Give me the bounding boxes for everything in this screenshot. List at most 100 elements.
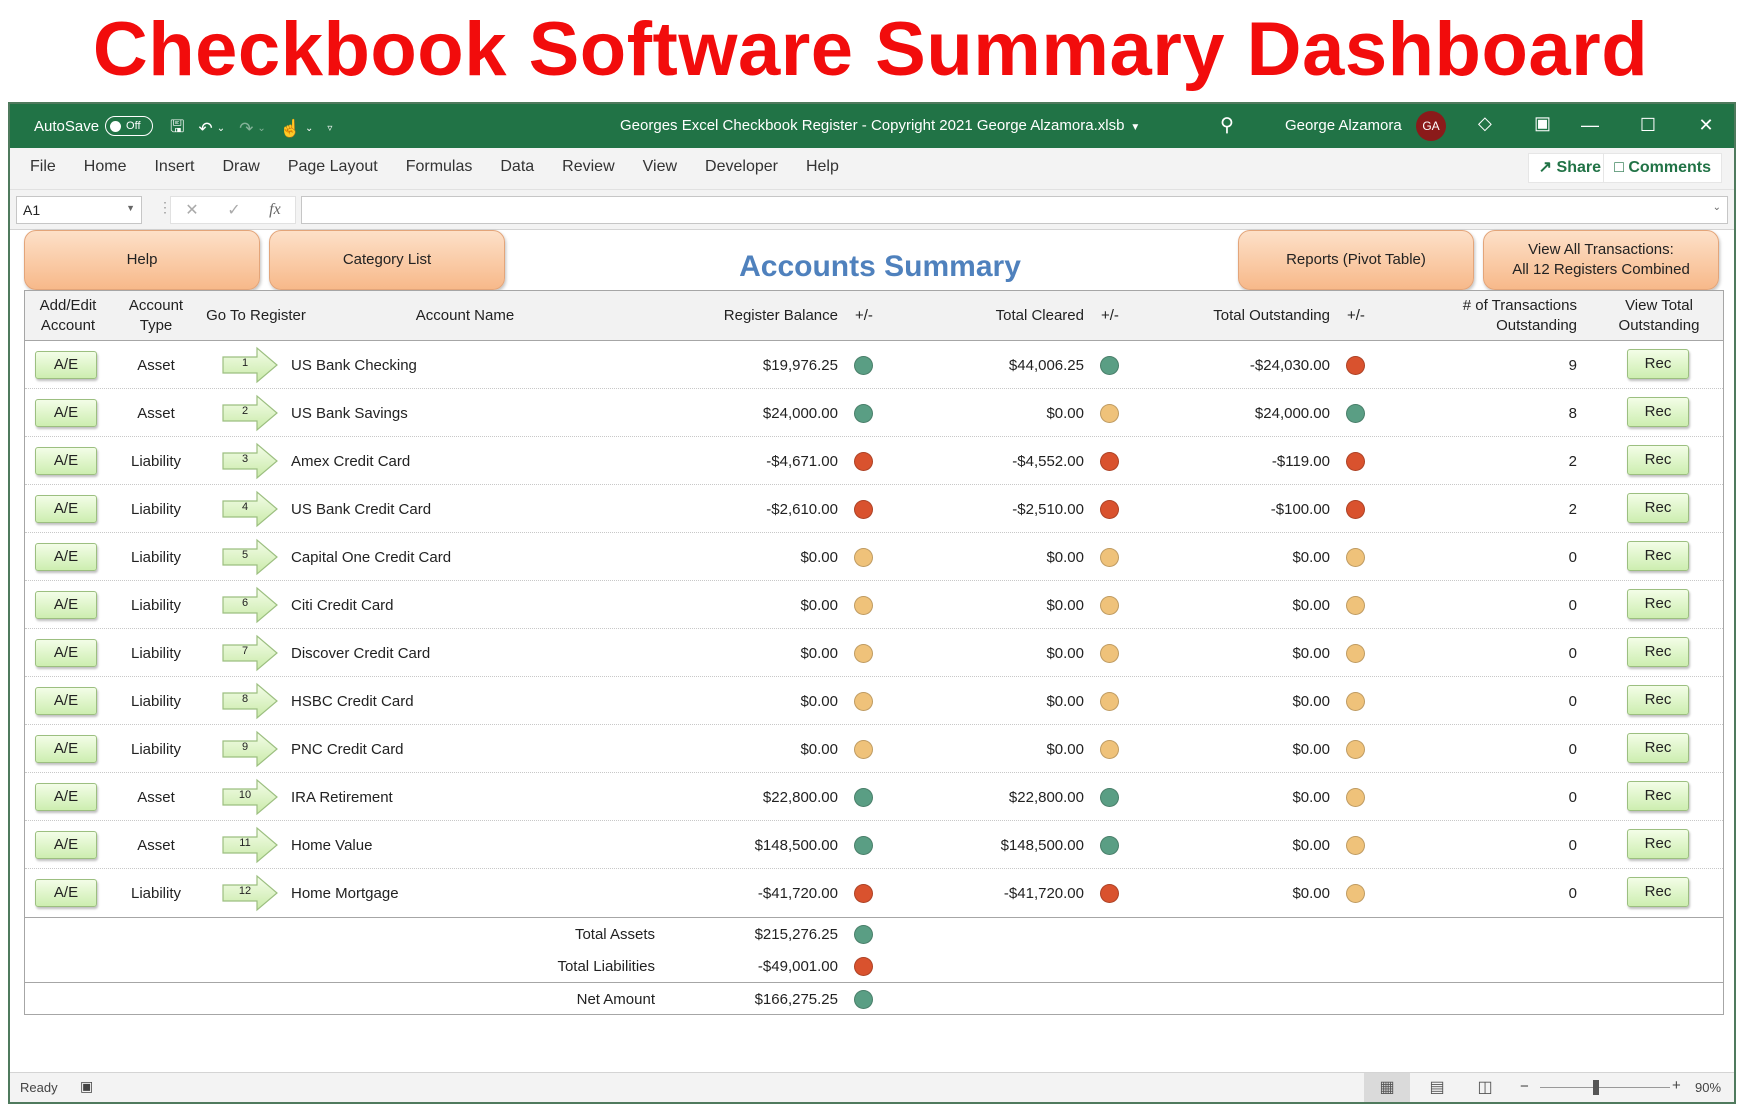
outstanding-status-indicator [1346, 739, 1365, 759]
rec-button[interactable]: Rec [1627, 685, 1689, 715]
insert-function-icon[interactable]: fx [269, 201, 281, 219]
redo-dropdown-icon[interactable]: ⌄ [257, 123, 265, 134]
add-edit-button[interactable]: A/E [35, 783, 97, 811]
zoom-in-button[interactable]: + [1672, 1077, 1681, 1094]
account-name: Citi Credit Card [291, 596, 394, 614]
tx-outstanding-count: 0 [1568, 836, 1577, 854]
undo-dropdown-icon[interactable]: ⌄ [217, 123, 225, 134]
zoom-slider-thumb[interactable] [1593, 1080, 1599, 1095]
add-edit-button[interactable]: A/E [35, 831, 97, 859]
add-edit-button[interactable]: A/E [35, 591, 97, 619]
page-break-view-icon[interactable]: ◫ [1462, 1073, 1508, 1102]
tab-view[interactable]: View [643, 158, 677, 176]
page-layout-view-icon[interactable]: ▤ [1414, 1073, 1460, 1102]
cancel-icon[interactable]: ✕ [185, 200, 198, 220]
macro-recording-icon[interactable]: ▣ [80, 1078, 93, 1095]
normal-view-icon[interactable]: ▦ [1364, 1073, 1410, 1102]
go-to-register-button[interactable]: 5 [221, 538, 281, 576]
touch-mode-icon[interactable]: ☝ [280, 119, 301, 139]
zoom-slider[interactable] [1540, 1087, 1670, 1088]
go-to-register-button[interactable]: 7 [221, 634, 281, 672]
save-icon[interactable]: 🖫 [170, 114, 184, 143]
tab-help[interactable]: Help [806, 158, 839, 176]
autosave-label: AutoSave [34, 117, 100, 135]
avatar[interactable]: GA [1416, 111, 1446, 141]
rec-button[interactable]: Rec [1627, 829, 1689, 859]
go-to-register-button[interactable]: 11 [221, 826, 281, 864]
name-box[interactable]: A1 ▼ [16, 196, 142, 224]
document-title[interactable]: Georges Excel Checkbook Register - Copyr… [620, 117, 1140, 134]
rec-button[interactable]: Rec [1627, 493, 1689, 523]
cleared-status-indicator [1100, 451, 1119, 471]
autosave-toggle[interactable]: AutoSave Off [34, 116, 154, 136]
customize-qat-icon[interactable]: ▿ [327, 123, 332, 134]
go-to-register-button[interactable]: 3 [221, 442, 281, 480]
rec-button[interactable]: Rec [1627, 637, 1689, 667]
tx-outstanding-count: 8 [1568, 404, 1577, 422]
share-button[interactable]: ↗ Share [1527, 153, 1612, 183]
tab-formulas[interactable]: Formulas [406, 158, 473, 176]
account-name: Home Value [291, 836, 373, 854]
go-to-register-button[interactable]: 10 [221, 778, 281, 816]
add-edit-button[interactable]: A/E [35, 639, 97, 667]
reports-button[interactable]: Reports (Pivot Table) [1238, 230, 1474, 290]
account-name: US Bank Checking [291, 356, 417, 374]
tab-data[interactable]: Data [500, 158, 534, 176]
rec-button[interactable]: Rec [1627, 733, 1689, 763]
diamond-icon[interactable]: ◇ [1478, 113, 1492, 134]
add-edit-button[interactable]: A/E [35, 543, 97, 571]
rec-button[interactable]: Rec [1627, 397, 1689, 427]
minimize-icon[interactable]: — [1570, 110, 1610, 140]
maximize-icon[interactable]: ☐ [1628, 110, 1668, 140]
go-to-register-button[interactable]: 9 [221, 730, 281, 768]
ribbon-display-icon[interactable]: ▣ [1534, 113, 1551, 134]
rec-button[interactable]: Rec [1627, 877, 1689, 907]
tab-developer[interactable]: Developer [705, 158, 778, 176]
go-to-register-button[interactable]: 4 [221, 490, 281, 528]
cleared-status-indicator [1100, 787, 1119, 807]
tab-page-layout[interactable]: Page Layout [288, 158, 378, 176]
chevron-down-icon[interactable]: ▼ [126, 203, 135, 213]
add-edit-button[interactable]: A/E [35, 351, 97, 379]
rec-button[interactable]: Rec [1627, 445, 1689, 475]
rec-button[interactable]: Rec [1627, 541, 1689, 571]
rec-button[interactable]: Rec [1627, 781, 1689, 811]
add-edit-button[interactable]: A/E [35, 879, 97, 907]
user-name[interactable]: George Alzamora [1285, 117, 1402, 134]
help-button[interactable]: Help [24, 230, 260, 290]
tab-review[interactable]: Review [562, 158, 614, 176]
tab-insert[interactable]: Insert [154, 158, 194, 176]
add-edit-button[interactable]: A/E [35, 735, 97, 763]
redo-icon[interactable]: ↷ [239, 119, 253, 139]
go-to-register-button[interactable]: 1 [221, 346, 281, 384]
enter-icon[interactable]: ✓ [227, 200, 240, 220]
add-edit-button[interactable]: A/E [35, 687, 97, 715]
rec-button[interactable]: Rec [1627, 349, 1689, 379]
expand-formula-icon[interactable]: ⌄ [1713, 202, 1721, 213]
view-all-transactions-button[interactable]: View All Transactions: All 12 Registers … [1483, 230, 1719, 290]
total-outstanding: $0.00 [1292, 740, 1330, 758]
zoom-out-button[interactable]: − [1520, 1078, 1529, 1095]
comments-button[interactable]: □ Comments [1603, 153, 1722, 183]
search-icon[interactable]: ⚲ [1220, 114, 1234, 137]
tab-home[interactable]: Home [84, 158, 127, 176]
category-list-button[interactable]: Category List [269, 230, 505, 290]
add-edit-button[interactable]: A/E [35, 447, 97, 475]
total-outstanding: $0.00 [1292, 548, 1330, 566]
close-icon[interactable]: ✕ [1686, 110, 1726, 140]
tab-draw[interactable]: Draw [222, 158, 259, 176]
go-to-register-button[interactable]: 2 [221, 394, 281, 432]
add-edit-button[interactable]: A/E [35, 399, 97, 427]
go-to-register-button[interactable]: 6 [221, 586, 281, 624]
tab-file[interactable]: File [30, 158, 56, 176]
formula-input[interactable]: ⌄ [301, 196, 1728, 224]
rec-button[interactable]: Rec [1627, 589, 1689, 619]
touch-dropdown-icon[interactable]: ⌄ [305, 123, 313, 134]
undo-icon[interactable]: ↶ [198, 119, 212, 139]
go-to-register-button[interactable]: 12 [221, 874, 281, 912]
add-edit-button[interactable]: A/E [35, 495, 97, 523]
autosave-switch[interactable]: Off [105, 116, 154, 136]
go-to-register-button[interactable]: 8 [221, 682, 281, 720]
formula-bar: A1 ▼ ⋮ ✕ ✓ fx ⌄ [10, 190, 1734, 230]
zoom-level[interactable]: 90% [1695, 1080, 1721, 1095]
